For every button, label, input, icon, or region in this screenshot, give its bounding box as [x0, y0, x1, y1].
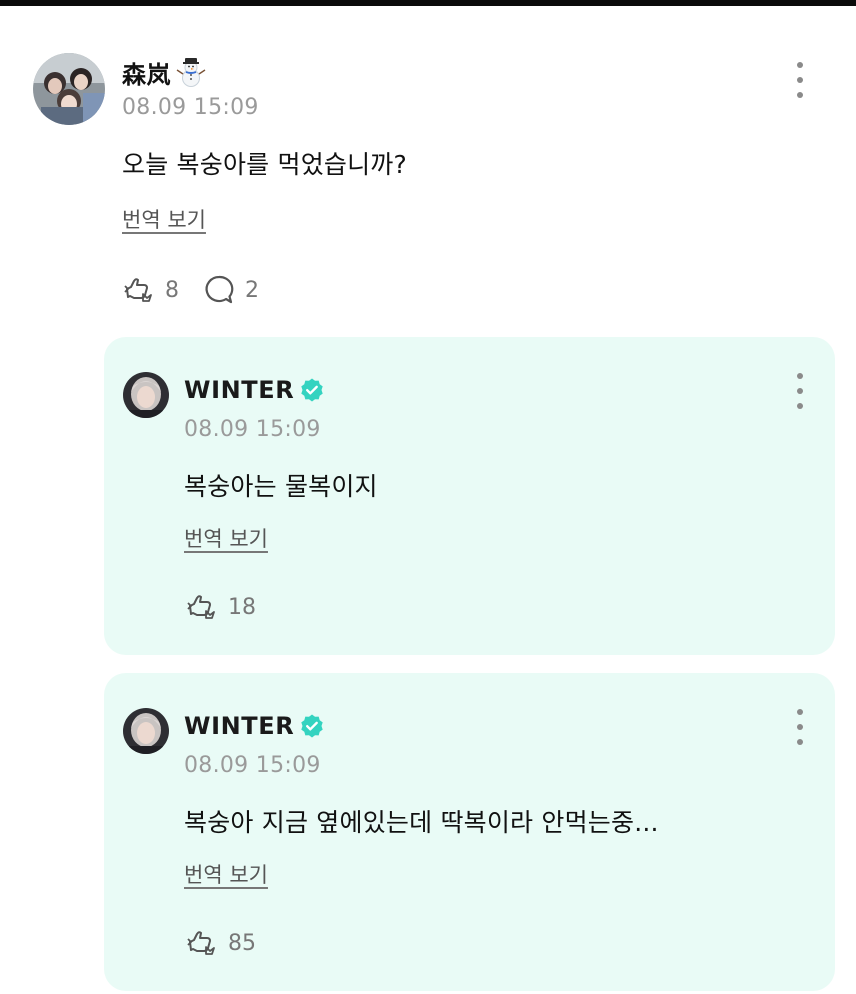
like-count: 18 [228, 594, 256, 620]
reply-author-row: WINTER [184, 709, 325, 743]
like-button[interactable]: 18 [184, 589, 256, 625]
more-options-icon[interactable] [795, 62, 805, 98]
author-name[interactable]: 森岚 [122, 55, 171, 90]
like-count: 85 [228, 930, 256, 956]
avatar[interactable] [123, 708, 169, 754]
comment-count: 2 [245, 277, 259, 303]
translate-link[interactable]: 번역 보기 [184, 859, 268, 889]
reply-text: 복숭아 지금 옆에있는데 딱복이라 안먹는중... [184, 808, 659, 837]
like-count: 8 [165, 277, 179, 303]
snowman-icon [175, 56, 207, 88]
post-timestamp: 08.09 15:09 [122, 95, 259, 120]
reply-actions: 18 [184, 589, 278, 625]
like-icon [187, 595, 215, 619]
verified-badge-icon [299, 713, 325, 739]
post-actions: 8 2 [121, 272, 281, 308]
reply-timestamp: 08.09 15:09 [184, 417, 321, 442]
verified-badge-icon [299, 377, 325, 403]
reply-text: 복숭아는 물복이지 [184, 472, 378, 501]
reply-card: WINTER 08.09 15:09 복숭아 지금 옆에있는데 딱복이라 안먹는… [104, 673, 835, 991]
comment-button[interactable]: 2 [201, 272, 259, 308]
reply-card: WINTER 08.09 15:09 복숭아는 물복이지 번역 보기 18 [104, 337, 835, 655]
reply-author-row: WINTER [184, 373, 325, 407]
like-icon [187, 931, 215, 955]
translate-link[interactable]: 번역 보기 [184, 523, 268, 553]
post-text: 오늘 복숭아를 먹었습니까? [122, 150, 407, 179]
status-bar-edge [0, 0, 856, 6]
post-author-row: 森岚 [122, 54, 207, 90]
avatar[interactable] [33, 53, 105, 125]
like-button[interactable]: 8 [121, 272, 179, 308]
more-options-icon[interactable] [795, 709, 805, 745]
comment-icon [205, 275, 234, 304]
author-name[interactable]: WINTER [184, 376, 294, 404]
reply-timestamp: 08.09 15:09 [184, 753, 321, 778]
more-options-icon[interactable] [795, 373, 805, 409]
translate-link[interactable]: 번역 보기 [122, 204, 206, 234]
like-icon [124, 278, 152, 302]
author-name[interactable]: WINTER [184, 712, 294, 740]
reply-actions: 85 [184, 925, 278, 961]
avatar[interactable] [123, 372, 169, 418]
like-button[interactable]: 85 [184, 925, 256, 961]
